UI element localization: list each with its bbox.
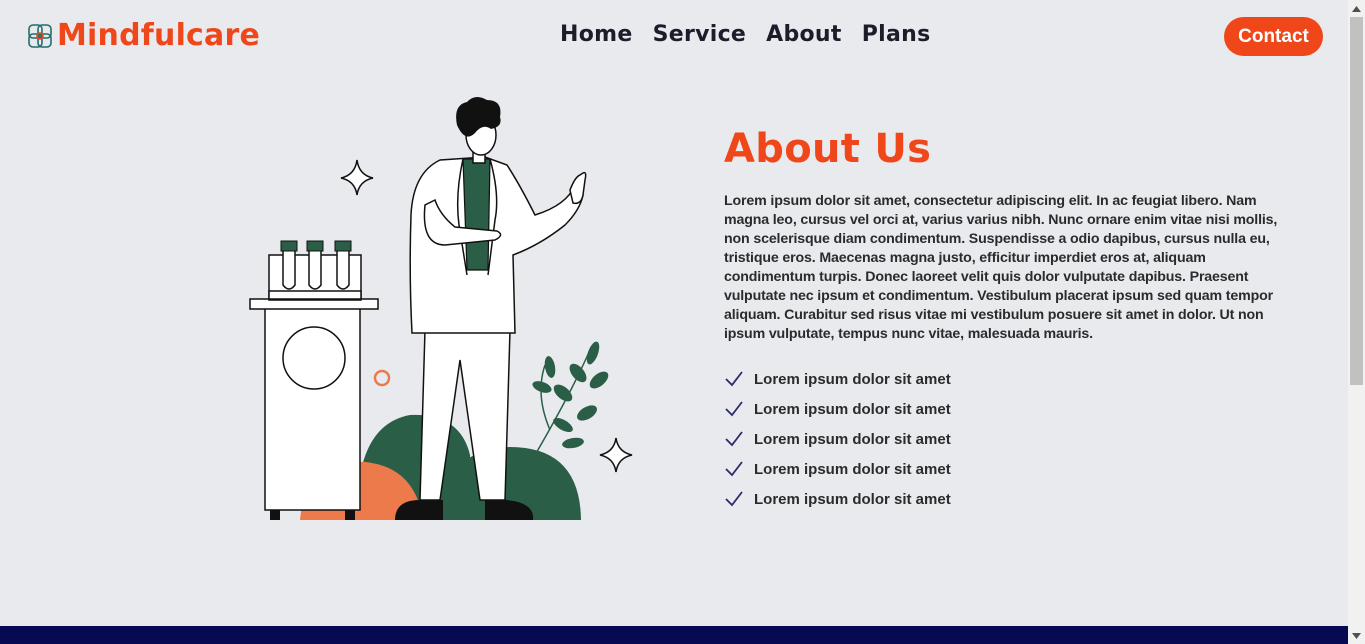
- nav-plans[interactable]: Plans: [862, 22, 931, 47]
- page: Mindfulcare Home Service About Plans Con…: [0, 0, 1348, 644]
- check-icon: [725, 461, 743, 477]
- check-icon: [725, 491, 743, 507]
- footer-bar: [0, 626, 1348, 644]
- feature-text: Lorem ipsum dolor sit amet: [754, 460, 951, 478]
- feature-text: Lorem ipsum dolor sit amet: [754, 370, 951, 388]
- nav-home[interactable]: Home: [560, 22, 633, 47]
- feature-text: Lorem ipsum dolor sit amet: [754, 400, 951, 418]
- flower-logo-icon: [28, 23, 52, 48]
- check-icon: [725, 431, 743, 447]
- check-icon: [725, 371, 743, 387]
- feature-item: Lorem ipsum dolor sit amet: [724, 484, 1299, 514]
- scroll-up-arrow-icon[interactable]: [1348, 0, 1365, 17]
- brand-name: Mindfulcare: [57, 18, 261, 53]
- doctor-lab-illustration: [249, 96, 633, 520]
- scrollbar-thumb[interactable]: [1350, 17, 1363, 385]
- brand-logo[interactable]: Mindfulcare: [24, 18, 260, 53]
- about-title: About Us: [724, 126, 932, 172]
- feature-item: Lorem ipsum dolor sit amet: [724, 394, 1299, 424]
- feature-item: Lorem ipsum dolor sit amet: [724, 364, 1299, 394]
- feature-item: Lorem ipsum dolor sit amet: [724, 424, 1299, 454]
- nav-service[interactable]: Service: [653, 22, 747, 47]
- vertical-scrollbar[interactable]: [1348, 0, 1365, 644]
- about-section: About Us Lorem ipsum dolor sit amet, con…: [724, 126, 1299, 514]
- feature-text: Lorem ipsum dolor sit amet: [754, 430, 951, 448]
- nav-about[interactable]: About: [766, 22, 842, 47]
- check-icon: [725, 401, 743, 417]
- feature-item: Lorem ipsum dolor sit amet: [724, 454, 1299, 484]
- feature-text: Lorem ipsum dolor sit amet: [754, 490, 951, 508]
- about-body-text: Lorem ipsum dolor sit amet, consectetur …: [724, 193, 1278, 342]
- contact-button[interactable]: Contact: [1224, 17, 1323, 56]
- feature-list: Lorem ipsum dolor sit amet Lorem ipsum d…: [724, 364, 1299, 514]
- main-nav: Home Service About Plans: [560, 22, 931, 47]
- scroll-down-arrow-icon[interactable]: [1348, 627, 1365, 644]
